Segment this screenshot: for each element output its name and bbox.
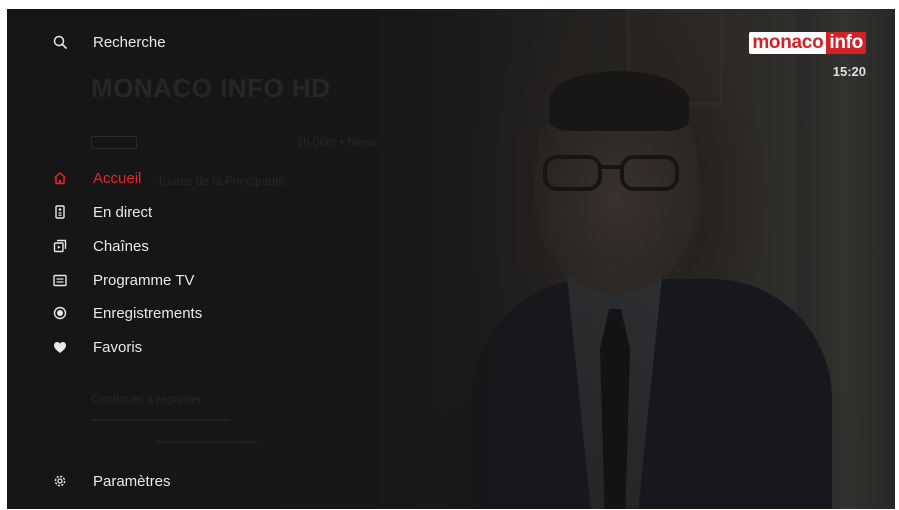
channel-logo: monaco info — [749, 31, 866, 54]
search-button[interactable]: Recherche — [47, 30, 166, 54]
search-label: Recherche — [93, 33, 166, 51]
program-title: MONACO INFO HD — [91, 73, 331, 103]
menu-item-favoris[interactable]: Favoris — [47, 335, 142, 359]
ghost-divider — [91, 419, 231, 421]
menu-item-label: Favoris — [93, 338, 143, 356]
program-description: Toutes de la Principauté — [157, 174, 286, 188]
program-genre: News — [347, 135, 378, 149]
menu-item-label: Paramètres — [93, 472, 171, 490]
logo-text-monaco: monaco — [749, 31, 827, 54]
ghost-divider — [157, 441, 257, 443]
channels-icon — [47, 236, 73, 256]
continue-watching-heading: Continuer à regarder — [91, 392, 202, 406]
record-icon — [47, 303, 73, 323]
menu-item-programme-tv[interactable]: Programme TV — [47, 268, 194, 292]
remote-icon — [47, 202, 73, 222]
menu-item-label: Programme TV — [93, 271, 195, 289]
home-icon — [47, 168, 73, 188]
heart-icon — [47, 337, 73, 357]
menu-item-chaines[interactable]: Chaînes — [47, 234, 149, 258]
menu-item-label: Chaînes — [93, 237, 149, 255]
program-meta: 1h 00m • News — [91, 135, 378, 150]
program-duration: 1h 00m — [296, 135, 337, 149]
menu-item-accueil[interactable]: Accueil — [47, 166, 141, 190]
tv-screen: MONACO INFO HD 1h 00m • News Toutes de l… — [7, 9, 895, 509]
gear-icon — [47, 471, 73, 491]
menu-item-label: Enregistrements — [93, 304, 203, 322]
menu-item-label: Accueil — [93, 169, 142, 187]
menu-item-enregistrements[interactable]: Enregistrements — [47, 301, 202, 325]
menu-item-en-direct[interactable]: En direct — [47, 200, 152, 224]
tv-guide-icon — [47, 270, 73, 290]
clock: 15:20 — [832, 64, 866, 79]
hd-badge — [91, 136, 137, 150]
search-icon — [47, 32, 73, 52]
menu-item-parametres[interactable]: Paramètres — [47, 469, 171, 493]
logo-text-info: info — [826, 31, 866, 54]
menu-item-label: En direct — [93, 203, 153, 221]
